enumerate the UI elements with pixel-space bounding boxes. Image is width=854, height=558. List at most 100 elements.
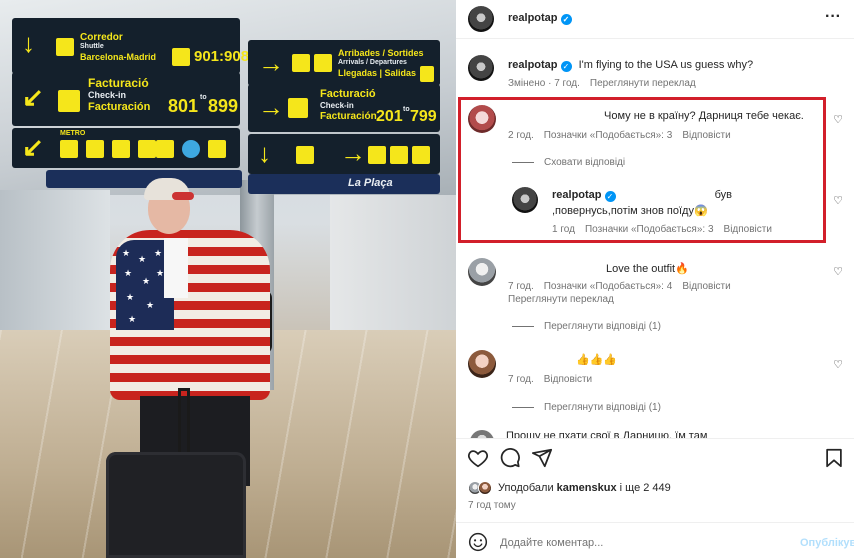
verified-icon: ✓ — [560, 14, 572, 25]
avatar[interactable] — [468, 350, 496, 378]
hotel-icon — [208, 140, 226, 158]
sign-text: Facturación — [88, 101, 151, 113]
sign-la-placa: La Plaça — [248, 174, 440, 194]
post-photo[interactable]: ↓ Corredor Shuttle Barcelona-Madrid 901:… — [0, 0, 456, 558]
divider — [456, 38, 854, 39]
reply-button[interactable]: Відповісти — [544, 374, 592, 385]
post-time: 7 год тому — [468, 500, 516, 511]
sign-facturacio-left: ↙ Facturació Check-in Facturación 801 to… — [12, 72, 240, 126]
view-replies-button[interactable]: Переглянути відповіді (1) — [544, 402, 661, 413]
see-translation-link[interactable]: Переглянути переклад — [590, 78, 696, 89]
comment-meta: 7 год. Відповісти — [508, 374, 602, 385]
caption-time: Змінено · 7 год. — [508, 78, 580, 89]
sign-text: 801 — [168, 96, 199, 116]
send-icon[interactable] — [531, 447, 553, 469]
comment-text: Чому не в країну? Дарниця тебе чекає. — [604, 110, 804, 122]
car-icon — [138, 140, 156, 158]
bus-icon — [368, 146, 386, 164]
sign-facturacio-right: → Facturació Check-in Facturación 201 to… — [248, 84, 440, 132]
avatar[interactable] — [468, 105, 496, 133]
likes-others-link[interactable]: і ще 2 449 — [620, 482, 671, 494]
view-replies-row: Переглянути відповіді (1) — [544, 402, 671, 413]
header-username[interactable]: realpotap ✓ — [508, 12, 572, 25]
dash — [512, 407, 534, 408]
sign-blue-strip — [46, 170, 242, 188]
post-header: realpotap ✓ ··· — [456, 0, 854, 36]
sign-text: Llegadas | Salidas — [338, 68, 417, 78]
reply-button[interactable]: Відповісти — [682, 281, 730, 292]
username-text[interactable]: realpotap — [508, 12, 558, 24]
reply-header: realpotap ✓ був — [552, 189, 732, 202]
verified-icon: ✓ — [560, 61, 572, 72]
divider — [456, 438, 854, 439]
liker-username[interactable]: kamenskux — [557, 482, 617, 494]
caption-text: I'm flying to the USA us guess why? — [578, 59, 754, 71]
sign-text: Arribades / Sortides — [338, 48, 424, 58]
more-horizontal-icon[interactable]: ··· — [825, 9, 841, 25]
train-icon — [112, 140, 130, 158]
likes-count-link[interactable]: Позначки «Подобається»: 3 — [585, 224, 714, 235]
comment-input[interactable] — [500, 533, 790, 553]
comment-text: Love the outfit🔥 — [606, 263, 689, 275]
bookmark-icon[interactable] — [823, 447, 845, 469]
terminal-wall-left — [0, 190, 110, 340]
reply-meta: 1 год Позначки «Подобається»: 3 Відповісти — [552, 224, 782, 235]
avatar[interactable] — [512, 187, 538, 213]
sign-transport: ↓ → — [248, 134, 440, 174]
plane-icon — [292, 54, 310, 72]
parking-icon — [156, 140, 174, 158]
sign-text: La Plaça — [348, 177, 393, 189]
sign-text: METRO — [60, 130, 86, 137]
cap-brim — [172, 192, 194, 200]
checkin-icon — [288, 98, 308, 118]
avatar[interactable] — [470, 430, 494, 438]
reply-text: був — [714, 189, 732, 201]
plane-icon — [314, 54, 332, 72]
avatar[interactable] — [468, 258, 496, 286]
dash — [512, 326, 534, 327]
g-icon — [182, 140, 200, 158]
sign-text: Check-in — [88, 90, 127, 100]
hide-replies-button[interactable]: Сховати відповіді — [544, 157, 625, 168]
dash — [512, 162, 534, 163]
suitcase — [106, 452, 246, 558]
metro-icon — [60, 140, 78, 158]
caption-username[interactable]: realpotap — [508, 59, 558, 71]
likes-prefix: Уподобали — [498, 482, 554, 494]
caption: realpotap ✓ I'm flying to the USA us gues… — [508, 59, 753, 72]
reply-username[interactable]: realpotap — [552, 189, 602, 201]
comment-icon[interactable] — [499, 447, 521, 469]
emoji-icon[interactable] — [468, 532, 488, 552]
sign-text: Facturació — [88, 76, 149, 90]
heart-icon[interactable]: ♡ — [832, 359, 844, 371]
sign-text: Facturació — [320, 88, 376, 100]
arrow-down-left-icon: ↙ — [22, 132, 44, 162]
see-translation-link[interactable]: Переглянути переклад — [508, 294, 614, 305]
heart-icon[interactable] — [467, 447, 489, 469]
divider — [456, 522, 854, 523]
sign-text: Facturación — [320, 111, 377, 122]
arrow-right-icon: → — [258, 92, 284, 122]
likes-count-link[interactable]: Позначки «Подобається»: 3 — [544, 130, 673, 141]
translate-row: Переглянути переклад — [508, 294, 624, 305]
heart-icon[interactable]: ♡ — [832, 114, 844, 126]
reply-button[interactable]: Відповісти — [724, 224, 772, 235]
post-side-panel: realpotap ✓ ··· realpotap ✓ I'm flying to … — [456, 0, 854, 558]
sign-arribades: → Arribades / Sortides Arrivals / Depart… — [248, 40, 440, 86]
taxi-icon — [412, 146, 430, 164]
avatar[interactable] — [478, 481, 492, 495]
sign-text: Arrivals / Departures — [338, 59, 407, 66]
reply-button[interactable]: Відповісти — [682, 130, 730, 141]
sign-text: Shuttle — [80, 43, 104, 50]
sign-text: to — [200, 94, 207, 101]
heart-icon[interactable]: ♡ — [832, 266, 844, 278]
avatar[interactable] — [468, 55, 494, 81]
heart-icon[interactable]: ♡ — [832, 195, 844, 207]
likes-count-link[interactable]: Позначки «Подобається»: 4 — [544, 281, 673, 292]
comment-time: 7 год. — [508, 374, 534, 385]
cut-comment-row: Прошу не пхати свої в Дарницю, їм там — [466, 430, 846, 438]
post-comment-button[interactable]: Опублікувати — [800, 537, 854, 549]
avatar[interactable] — [468, 6, 494, 32]
view-replies-button[interactable]: Переглянути відповіді (1) — [544, 321, 661, 332]
sign-text: 899 — [208, 96, 239, 116]
